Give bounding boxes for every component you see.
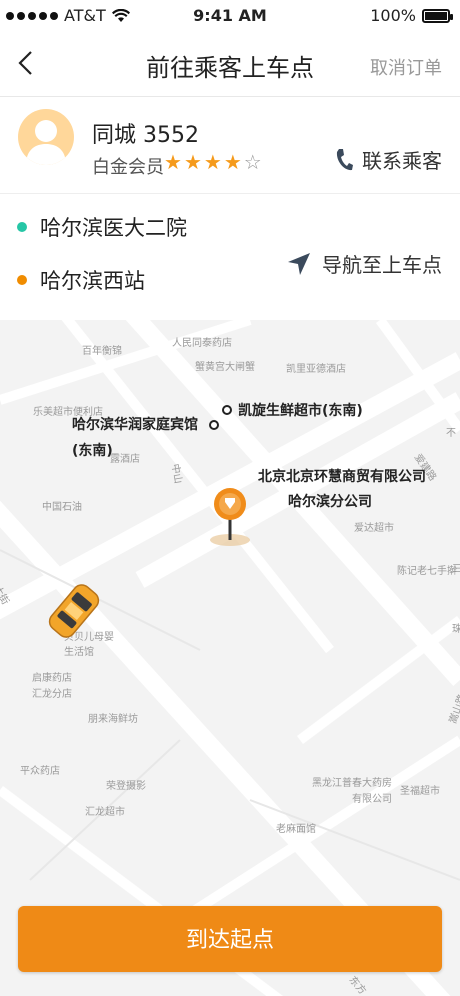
driver-car-icon	[48, 584, 100, 638]
map-poi: 蟹黄宫大闸蟹	[195, 362, 255, 373]
map-poi: 不	[446, 428, 456, 439]
person-silhouette-icon	[26, 120, 66, 165]
map-poi: 黑龙江普春大药房	[312, 778, 392, 789]
star-empty-icon: ☆	[243, 150, 264, 174]
map-poi: 人民同泰药店	[172, 338, 232, 349]
status-bar: AT&T 9:41 AM 100%	[0, 0, 460, 32]
passenger-card: 同城 3552 白金会员 ★★★★☆ 联系乘客	[0, 97, 460, 194]
battery-percent: 100%	[370, 6, 416, 25]
map-poi: 三	[452, 564, 460, 575]
start-point-dot	[17, 222, 27, 232]
map-poi: 朋来海鲜坊	[88, 714, 138, 725]
map-poi: 凯里亚德酒店	[286, 364, 346, 375]
battery-icon	[422, 8, 453, 23]
map-poi: 启康药店	[32, 673, 72, 684]
map-roads	[0, 320, 460, 996]
arrive-at-pickup-button[interactable]: 到达起点	[18, 906, 442, 972]
map-poi: 百年衡锦	[82, 346, 122, 357]
map-poi: 陈记老七手擀	[397, 566, 457, 577]
poi-company-label: 北京北京环慧商贸有限公司	[258, 469, 426, 485]
map-poi: 汇龙分店	[32, 689, 72, 700]
map-poi: 爱达超市	[354, 523, 394, 534]
map-poi: 荣登摄影	[106, 781, 146, 792]
navigation-bar: 前往乘客上车点 取消订单	[0, 32, 460, 97]
star-filled-icon: ★	[183, 150, 204, 174]
map-poi: 中国石油	[42, 502, 82, 513]
membership-level: 白金会员	[92, 157, 164, 178]
passenger-name: 同城 3552	[92, 123, 199, 148]
passenger-rating: ★★★★☆	[164, 150, 264, 174]
star-filled-icon: ★	[223, 150, 244, 174]
star-filled-icon: ★	[164, 150, 184, 174]
map-poi: 露酒店	[110, 454, 140, 465]
map-poi: 老麻面馆	[276, 824, 316, 835]
star-filled-icon: ★	[203, 150, 224, 174]
start-location: 哈尔滨医大二院	[40, 216, 187, 240]
contact-passenger-label: 联系乘客	[362, 149, 442, 173]
poi-hotel-label-line2: (东南)	[72, 443, 113, 459]
navigation-arrow-icon	[288, 252, 310, 275]
map-road-label: 中山	[168, 463, 184, 485]
navigate-to-pickup-button[interactable]: 导航至上车点	[286, 249, 442, 278]
passenger-avatar	[18, 109, 74, 165]
phone-icon	[336, 148, 353, 170]
map-poi: 生活馆	[64, 647, 94, 658]
end-location: 哈尔滨西站	[40, 269, 145, 293]
poi-pin-icon	[209, 420, 219, 430]
route-panel: 哈尔滨医大二院 哈尔滨西站 导航至上车点	[0, 194, 460, 320]
map-poi: 平众药店	[20, 766, 60, 777]
map-view[interactable]: 百年衡锦 人民同泰药店 蟹黄宫大闸蟹 凯里亚德酒店 乐美超市便利店 露酒店 中国…	[0, 320, 460, 996]
cancel-order-button[interactable]: 取消订单	[370, 54, 442, 80]
poi-company-label-line2: 哈尔滨分公司	[288, 494, 372, 510]
map-poi: 珠	[452, 624, 460, 635]
navigate-label: 导航至上车点	[322, 253, 442, 277]
map-poi: 汇龙超市	[85, 807, 125, 818]
contact-passenger-button[interactable]: 联系乘客	[334, 145, 442, 174]
map-poi: 有限公司	[352, 794, 392, 805]
poi-supermarket-label: 凯旋生鲜超市(东南)	[238, 403, 363, 419]
poi-hotel-label: 哈尔滨华润家庭宾馆	[72, 417, 198, 433]
poi-pin-icon	[222, 405, 232, 415]
end-point-dot	[17, 275, 27, 285]
map-poi: 圣福超市	[400, 786, 440, 797]
pickup-location-marker-icon	[210, 488, 250, 546]
